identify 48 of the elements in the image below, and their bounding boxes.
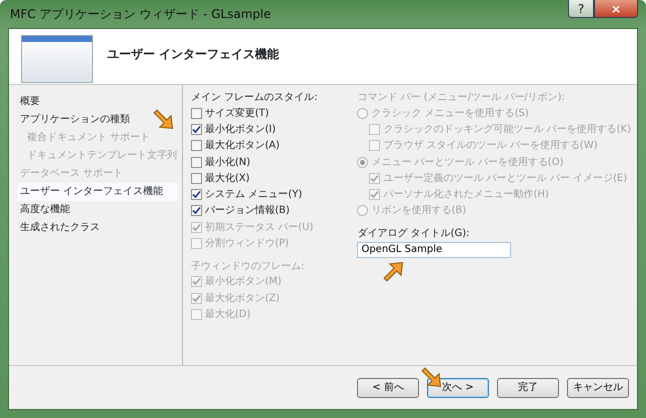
sidebar-item[interactable]: ユーザー インターフェイス機能 — [17, 183, 178, 201]
checkbox-label: 分割ウィンドウ(P) — [205, 236, 289, 252]
checkbox[interactable] — [191, 108, 202, 119]
close-button[interactable]: × — [594, 0, 638, 18]
radio-label: メニュー バーとツール バーを使用する(O) — [371, 156, 564, 170]
radio-label: クラシック メニューを使用する(S) — [371, 106, 529, 121]
wizard-button[interactable]: < 前へ — [357, 378, 419, 398]
checkbox[interactable] — [191, 189, 202, 200]
pointer-arrow-icon — [383, 262, 404, 282]
wizard-button[interactable]: 完了 — [497, 378, 559, 398]
checkbox-label: 最大化(D) — [205, 308, 251, 322]
window-thumbnail-drawing — [21, 35, 93, 83]
dialog-title-field[interactable]: OpenGL Sample — [357, 242, 512, 258]
checkbox[interactable] — [191, 140, 202, 152]
checkbox-label: ユーザー定義のツール バーとツール バー イメージ(E) — [383, 172, 628, 186]
checkbox[interactable] — [191, 124, 202, 135]
checkbox-label: 最大化ボタン(A) — [205, 138, 280, 154]
radio-label: リボンを使用する(B) — [371, 204, 466, 218]
group-label: コマンド バー (メニュー/ツール バー/リボン): — [357, 91, 566, 105]
checkbox-label: パーソナル化されたメニュー動作(H) — [383, 188, 549, 202]
window-title: MFC アプリケーション ウィザード - GLsample — [10, 6, 272, 23]
checkbox[interactable] — [191, 172, 202, 184]
sidebar-item[interactable]: 高度な機能 — [17, 201, 178, 219]
checkbox-label: システム メニュー(Y) — [205, 188, 302, 202]
checkbox-label: 初期ステータス バー(U) — [205, 220, 314, 235]
checkbox-label: 最大化ボタン(Z) — [205, 292, 280, 306]
wizard-button[interactable]: 次へ > — [427, 378, 489, 398]
sidebar-item[interactable]: 生成されたクラス — [17, 219, 178, 237]
checkbox-label: バージョン情報(B) — [205, 204, 290, 218]
page-heading: ユーザー インターフェイス機能 — [107, 46, 280, 63]
wizard-button[interactable]: キャンセル — [567, 378, 629, 398]
checkbox[interactable] — [191, 205, 202, 216]
sidebar-item[interactable]: アプリケーションの種類 — [17, 111, 178, 129]
field-label: ダイアログ タイトル(G): — [357, 227, 471, 242]
group-label: メイン フレームのスタイル: — [191, 91, 319, 105]
checkbox-label: ブラウザ スタイルのツール バーを使用する(W) — [383, 138, 598, 154]
checkbox-label: 最小化(N) — [205, 156, 250, 170]
checkbox-label: サイズ変更(T) — [205, 106, 269, 121]
checkbox[interactable] — [191, 156, 202, 168]
checkbox-label: 最小化ボタン(I) — [205, 122, 276, 137]
pointer-arrow-icon — [153, 109, 174, 130]
checkbox-label: クラシックのドッキング可能ツール バーを使用する(K) — [383, 122, 631, 137]
sidebar-item[interactable]: 概要 — [17, 93, 178, 111]
checkbox-label: 最大化(X) — [205, 172, 250, 186]
help-button[interactable]: ? — [568, 0, 594, 18]
group-label: 子ウィンドウのフレーム: — [191, 260, 306, 274]
checkbox-label: 最小化ボタン(M) — [205, 274, 282, 290]
pointer-arrow-icon — [421, 367, 442, 388]
